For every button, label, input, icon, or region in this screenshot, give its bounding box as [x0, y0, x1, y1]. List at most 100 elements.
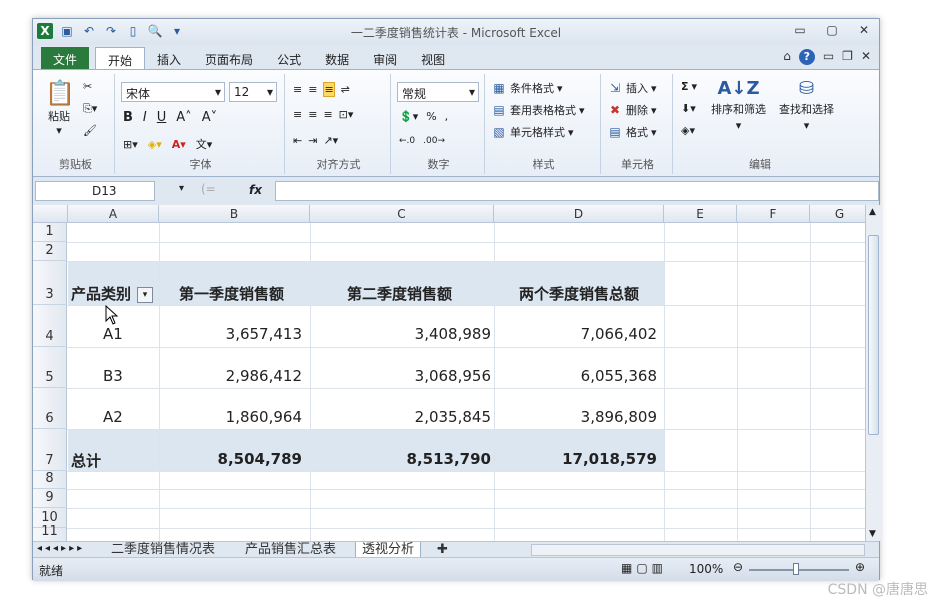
total-label-cell[interactable]: 总计	[71, 450, 101, 471]
cell-q1[interactable]: 2,986,412	[159, 367, 302, 385]
total-sum-cell[interactable]: 17,018,579	[494, 450, 657, 468]
format-cells-button[interactable]: ▤ 格式 ▾	[607, 124, 656, 140]
align-left-icon[interactable]: ≡	[293, 108, 302, 121]
cell-sum[interactable]: 6,055,368	[494, 367, 657, 385]
align-top-icon[interactable]: ≡	[293, 83, 302, 96]
cell-q2[interactable]: 2,035,845	[310, 408, 491, 426]
total-q2-cell[interactable]: 8,513,790	[310, 450, 491, 468]
decrease-decimal-icon[interactable]: .00→	[423, 136, 445, 146]
font-size-combo[interactable]: 12 ▾	[229, 82, 277, 102]
clear-icon[interactable]: ◈▾	[681, 124, 695, 137]
zoom-in-icon[interactable]: ⊕	[855, 560, 865, 574]
row-header-9[interactable]: 9	[33, 489, 67, 508]
close-button[interactable]: ✕	[855, 23, 873, 37]
cell-q2[interactable]: 3,068,956	[310, 367, 491, 385]
paste-button[interactable]: 📋 粘贴 ▾	[45, 78, 75, 137]
minimize-button[interactable]: ▭	[791, 23, 809, 37]
align-bottom-icon[interactable]: ≡	[323, 82, 335, 97]
cell-category[interactable]: B3	[103, 367, 123, 385]
horizontal-scrollbar[interactable]	[531, 544, 865, 556]
column-header-e[interactable]: E	[664, 205, 737, 223]
header-cell-q1[interactable]: 第一季度销售额	[179, 283, 284, 304]
column-header-b[interactable]: B	[159, 205, 310, 223]
column-header-c[interactable]: C	[310, 205, 494, 223]
zoom-slider-thumb[interactable]	[793, 563, 799, 575]
scrollbar-thumb[interactable]	[868, 235, 879, 435]
filter-dropdown-icon[interactable]: ▾	[137, 286, 154, 303]
total-q1-cell[interactable]: 8,504,789	[159, 450, 302, 468]
number-format-combo[interactable]: 常规 ▾	[397, 82, 479, 102]
insert-sheet-icon[interactable]: ✚	[431, 542, 454, 558]
tab-insert[interactable]: 插入	[145, 47, 193, 69]
cell-q1[interactable]: 3,657,413	[159, 325, 302, 343]
row-header-5[interactable]: 5	[33, 347, 67, 388]
border-icon[interactable]: ⊞▾	[123, 138, 138, 151]
header-cell-q2[interactable]: 第二季度销售额	[347, 283, 452, 304]
row-header-6[interactable]: 6	[33, 388, 67, 429]
delete-cells-button[interactable]: ✖ 删除 ▾	[607, 102, 657, 118]
fill-color-icon[interactable]: ◈▾	[148, 138, 162, 151]
name-box[interactable]: D13	[35, 181, 155, 201]
tab-review[interactable]: 审阅	[361, 47, 409, 69]
row-header-2[interactable]: 2	[33, 242, 67, 261]
cell-sum[interactable]: 7,066,402	[494, 325, 657, 343]
name-box-dropdown-icon[interactable]: ▾	[179, 183, 184, 194]
help-icon[interactable]: ?	[798, 49, 815, 65]
autosum-button[interactable]: Σ ▾	[681, 80, 697, 93]
format-painter-icon[interactable]: 🖌	[83, 124, 97, 137]
tab-view[interactable]: 视图	[409, 47, 457, 69]
currency-icon[interactable]: 💲▾	[399, 110, 418, 123]
font-name-combo[interactable]: 宋体 ▾	[121, 82, 225, 102]
shrink-font-button[interactable]: A˅	[202, 110, 217, 125]
header-cell-category[interactable]: 产品类别 ▾	[71, 283, 154, 304]
row-header-8[interactable]: 8	[33, 471, 67, 489]
font-color-icon[interactable]: A▾	[172, 138, 186, 151]
merge-icon[interactable]: ⊡▾	[339, 108, 354, 121]
copy-icon[interactable]: ⎘▾	[83, 102, 97, 116]
minimize-ribbon-icon[interactable]: ⌂	[783, 49, 791, 65]
worksheet-grid[interactable]: A B C D E F G 1 2 3 4 5 6 7 8 9 10 11 产品…	[33, 205, 865, 541]
underline-button[interactable]: U	[157, 110, 167, 125]
zoom-slider-track[interactable]	[749, 569, 849, 571]
wrap-text-icon[interactable]: ⇌	[341, 83, 350, 96]
sheet-tab[interactable]: 产品销售汇总表	[239, 542, 342, 558]
row-header-11[interactable]: 11	[33, 524, 67, 541]
row-header-4[interactable]: 4	[33, 305, 67, 347]
row-header-3[interactable]: 3	[33, 261, 67, 305]
align-middle-icon[interactable]: ≡	[308, 83, 317, 96]
sort-filter-button[interactable]: A↓Z 排序和筛选 ▾	[711, 78, 766, 132]
italic-button[interactable]: I	[143, 110, 147, 125]
format-as-table-button[interactable]: ▤ 套用表格格式 ▾	[491, 102, 584, 118]
workbook-minimize-icon[interactable]: ▭	[823, 49, 834, 65]
grow-font-button[interactable]: A˄	[176, 110, 191, 125]
align-center-icon[interactable]: ≡	[308, 108, 317, 121]
row-header-1[interactable]: 1	[33, 223, 67, 242]
column-header-g[interactable]: G	[810, 205, 865, 223]
orientation-icon[interactable]: ↗▾	[323, 134, 338, 147]
column-header-a[interactable]: A	[68, 205, 159, 223]
increase-indent-icon[interactable]: ⇥	[308, 134, 317, 147]
workbook-close-icon[interactable]: ✕	[861, 49, 871, 65]
tab-data[interactable]: 数据	[313, 47, 361, 69]
sheet-nav-icons[interactable]: ◂◂◂▸▸▸	[37, 543, 85, 554]
increase-decimal-icon[interactable]: ←.0	[399, 136, 415, 146]
sheet-tab-active[interactable]: 透视分析	[355, 542, 422, 558]
cell-sum[interactable]: 3,896,809	[494, 408, 657, 426]
scroll-up-icon[interactable]: ▲	[869, 207, 876, 217]
insert-cells-button[interactable]: ⇲ 插入 ▾	[607, 80, 657, 96]
conditional-format-button[interactable]: ▦ 条件格式 ▾	[491, 80, 562, 96]
comma-button[interactable]: ,	[445, 110, 449, 123]
cell-q1[interactable]: 1,860,964	[159, 408, 302, 426]
tab-home[interactable]: 开始	[95, 47, 146, 69]
header-cell-total[interactable]: 两个季度销售总额	[519, 283, 639, 304]
zoom-level[interactable]: 100%	[689, 562, 723, 576]
sheet-tab[interactable]: 二季度销售情况表	[105, 542, 221, 558]
formula-input[interactable]	[275, 181, 879, 201]
column-header-f[interactable]: F	[737, 205, 810, 223]
restore-button[interactable]: ▢	[823, 23, 841, 37]
tab-page-layout[interactable]: 页面布局	[193, 47, 265, 69]
find-select-button[interactable]: ⛁ 查找和选择 ▾	[779, 78, 834, 132]
row-header-7[interactable]: 7	[33, 429, 67, 471]
column-header-d[interactable]: D	[494, 205, 664, 223]
workbook-restore-icon[interactable]: ❐	[842, 49, 853, 65]
